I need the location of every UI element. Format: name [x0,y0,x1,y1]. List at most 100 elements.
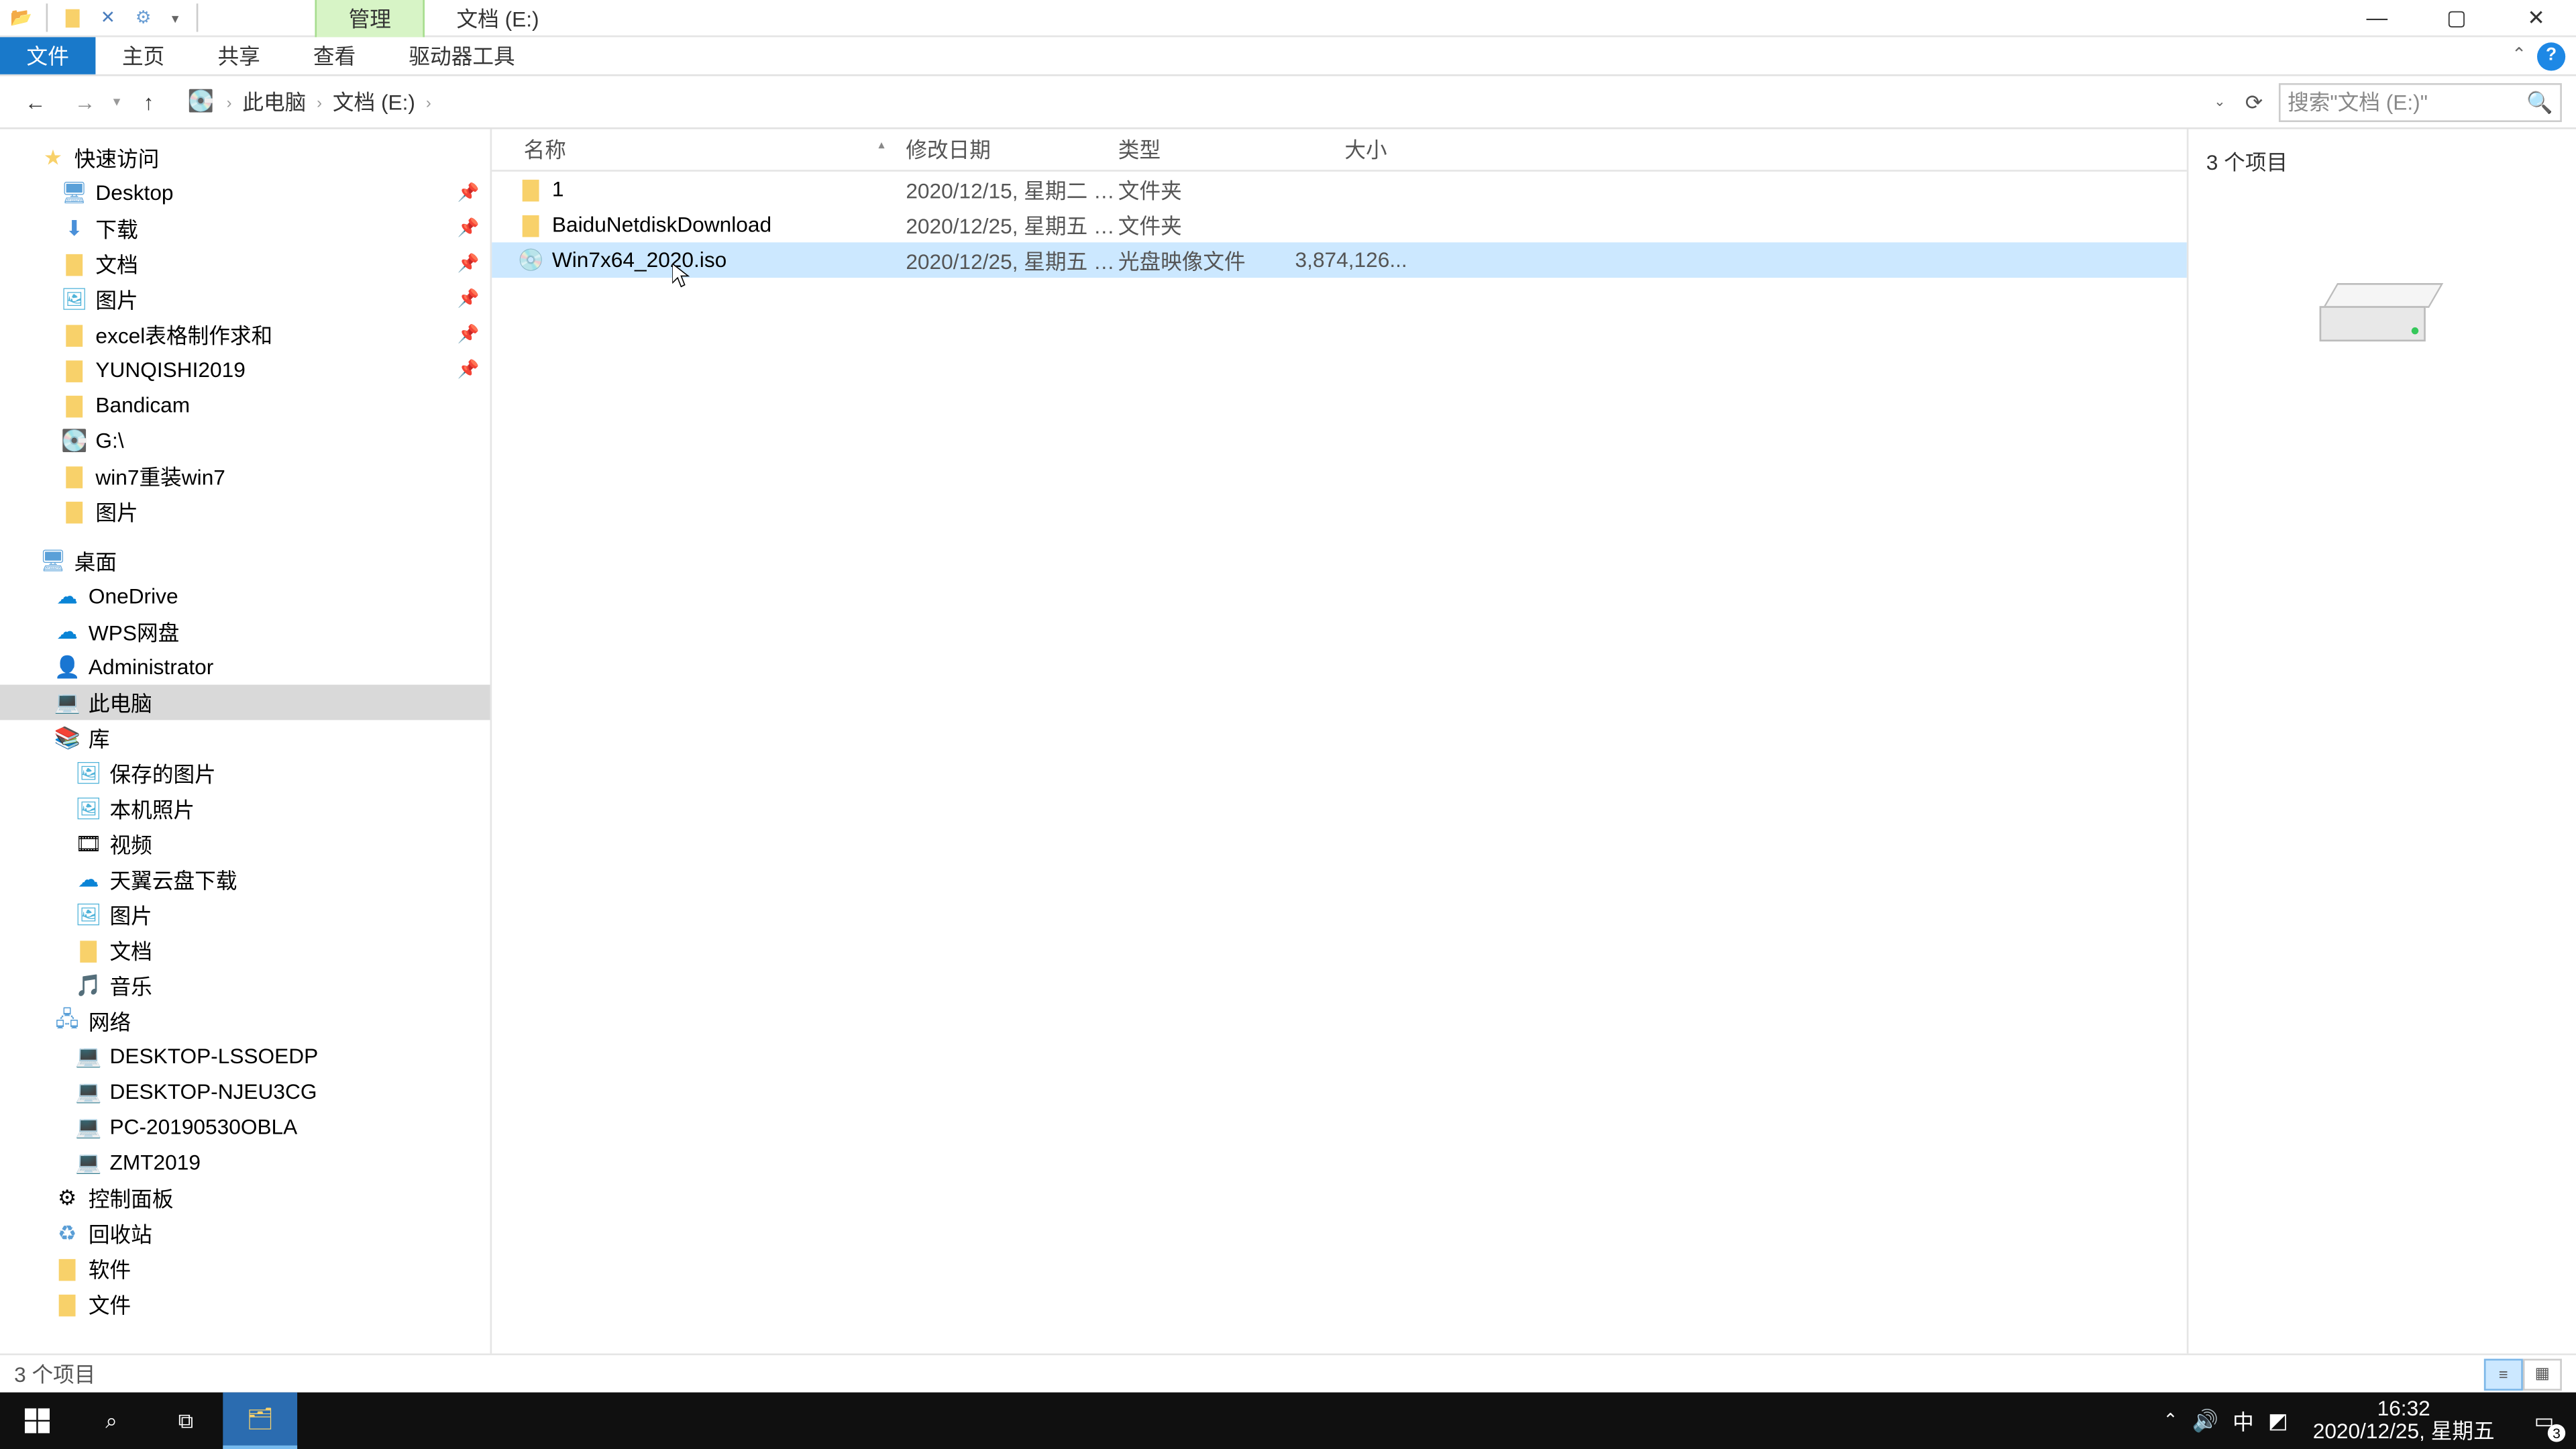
action-center-button[interactable]: ▭ 3 [2520,1396,2569,1446]
pic-icon: 🖼 [60,285,89,313]
ribbon-file-tab[interactable]: 文件 [0,37,95,74]
taskbar-search-button[interactable]: ⌕ [74,1393,149,1449]
start-button[interactable] [0,1393,74,1449]
search-input[interactable]: 搜索"文档 (E:)" 🔍 [2279,83,2562,121]
tree-item[interactable]: 💻DESKTOP-NJEU3CG [0,1074,490,1110]
tree-item[interactable]: 💻ZMT2019 [0,1144,490,1180]
chevron-right-icon[interactable]: › [423,93,435,110]
tree-item[interactable]: 🖼图片📌 [0,281,490,317]
crumb-drive[interactable]: 文档 (E:) [333,87,415,117]
tree-item[interactable]: ⚙控制面板 [0,1180,490,1216]
taskbar-clock[interactable]: 16:32 2020/12/25, 星期五 [2302,1398,2506,1444]
tray-app-icon[interactable]: ◩ [2268,1408,2288,1433]
file-size: 3,874,126... [1295,248,1401,272]
tree-item[interactable]: ▇excel表格制作求和📌 [0,317,490,352]
tree-quick-access[interactable]: ★ 快速访问 [0,140,490,175]
tree-item[interactable]: 🖼本机照片 [0,791,490,826]
column-headers[interactable]: 名称 ▴ 修改日期 类型 大小 [492,129,2187,172]
tree-item[interactable]: 💻PC-20190530OBLA [0,1110,490,1145]
tree-item[interactable]: ☁天翼云盘下载 [0,861,490,897]
column-date[interactable]: 修改日期 [899,134,1111,164]
system-tray[interactable]: ⌃ 🔊 中 ◩ 16:32 2020/12/25, 星期五 ▭ 3 [2163,1396,2576,1446]
tree-item[interactable]: 🖥Desktop📌 [0,175,490,211]
tree-item[interactable]: ▇图片 [0,494,490,529]
ribbon-tab-drive-tools[interactable]: 驱动器工具 [382,37,541,74]
ribbon-tab-share[interactable]: 共享 [191,37,286,74]
tree-desktop-root[interactable]: 🖥 桌面 [0,543,490,579]
ribbon-collapse-icon[interactable]: ⌃ [2512,46,2526,66]
qat-settings-icon[interactable]: ⚙ [129,3,158,32]
disc-icon: 💿 [517,246,545,274]
ribbon-tab-view[interactable]: 查看 [286,37,382,74]
tree-item[interactable]: ▇文件 [0,1286,490,1322]
tree-item[interactable]: 👤Administrator [0,649,490,685]
close-button[interactable]: ✕ [2496,0,2576,36]
file-rows[interactable]: ▇12020/12/15, 星期二 1...文件夹▇BaiduNetdiskDo… [492,172,2187,1354]
file-row[interactable]: ▇BaiduNetdiskDownload2020/12/25, 星期五 1..… [492,207,2187,243]
tree-item[interactable]: ☁WPS网盘 [0,614,490,649]
minimize-button[interactable]: ― [2337,0,2417,36]
tree-item[interactable]: ▇文档 [0,932,490,968]
tree-network[interactable]: 🖧 网络 [0,1003,490,1038]
view-details-button[interactable]: ≡ [2484,1358,2523,1389]
tree-item[interactable]: ☁OneDrive [0,578,490,614]
tree-item[interactable]: 🎵音乐 [0,968,490,1004]
tree-item[interactable]: ▇软件 [0,1251,490,1287]
qat-dropdown-icon[interactable]: ▾ [164,10,186,26]
taskbar-explorer-button[interactable]: 🗂 [223,1393,297,1449]
contextual-tab-manage[interactable]: 管理 [315,0,425,36]
status-bar: 3 个项目 ≡ ▦ [0,1354,2576,1393]
tree-item[interactable]: ▇文档📌 [0,246,490,282]
folder-icon: ▇ [517,211,545,239]
file-type: 文件夹 [1118,174,1295,205]
tree-label: 音乐 [110,971,152,1001]
nav-forward-button[interactable]: → [64,80,106,123]
search-icon[interactable]: 🔍 [2526,89,2553,114]
task-view-button[interactable]: ⧉ [149,1393,223,1449]
file-row[interactable]: 💿Win7x64_2020.iso2020/12/25, 星期五 1...光盘映… [492,242,2187,278]
tree-item[interactable]: 🎞视频 [0,826,490,862]
qat-new-folder-icon[interactable]: ▇ [58,3,87,32]
view-icons-button[interactable]: ▦ [2523,1358,2562,1389]
crumb-this-pc[interactable]: 此电脑 [242,87,306,117]
nav-up-button[interactable]: ↑ [127,80,170,123]
tree-item[interactable]: 📚库 [0,720,490,755]
tree-item[interactable]: ♻回收站 [0,1216,490,1251]
tree-item[interactable]: ▇Bandicam [0,388,490,423]
column-size[interactable]: 大小 [1288,134,1394,164]
tree-item[interactable]: 💽G:\ [0,423,490,458]
refresh-icon[interactable]: ⟳ [2237,89,2272,114]
chevron-right-icon[interactable]: › [313,93,325,110]
windows-icon [24,1407,51,1434]
tree-item[interactable]: 🖼图片 [0,897,490,932]
chevron-right-icon[interactable]: › [223,93,235,110]
file-row[interactable]: ▇12020/12/15, 星期二 1...文件夹 [492,172,2187,207]
help-icon[interactable]: ? [2537,42,2565,70]
ime-indicator[interactable]: 中 [2233,1405,2254,1436]
pc-icon: 💻 [74,1113,103,1141]
column-type[interactable]: 类型 [1111,134,1288,164]
cloud-icon: ☁ [53,617,81,645]
taskbar[interactable]: ⌕ ⧉ 🗂 ⌃ 🔊 中 ◩ 16:32 2020/12/25, 星期五 ▭ 3 [0,1393,2576,1449]
maximize-button[interactable]: ▢ [2417,0,2497,36]
navigation-tree[interactable]: ★ 快速访问 🖥Desktop📌⬇下载📌▇文档📌🖼图片📌▇excel表格制作求和… [0,129,492,1354]
nav-back-button[interactable]: ← [14,80,56,123]
user-icon: 👤 [53,653,81,681]
volume-icon[interactable]: 🔊 [2192,1408,2218,1433]
qat-close-icon[interactable]: ✕ [94,3,122,32]
tray-overflow-icon[interactable]: ⌃ [2163,1411,2178,1430]
tree-item[interactable]: 🖼保存的图片 [0,755,490,791]
tree-label: 控制面板 [89,1183,174,1213]
ribbon-tab-home[interactable]: 主页 [95,37,191,74]
tree-item[interactable]: ▇win7重装win7 [0,458,490,494]
tree-item[interactable]: 💻DESKTOP-LSSOEDP [0,1038,490,1074]
nav-history-dropdown-icon[interactable]: ▾ [113,94,121,110]
tree-item[interactable]: 💻此电脑 [0,685,490,720]
breadcrumb[interactable]: 💽 › 此电脑 › 文档 (E:) › [177,87,2193,117]
column-name[interactable]: 名称 ▴ [517,134,899,164]
tree-item[interactable]: ▇YUNQISHI2019📌 [0,352,490,388]
tree-label: Bandicam [95,392,190,417]
address-history-icon[interactable]: ⌄ [2207,94,2233,110]
tree-item[interactable]: ⬇下载📌 [0,211,490,246]
drive-glyph-icon [2318,283,2446,354]
